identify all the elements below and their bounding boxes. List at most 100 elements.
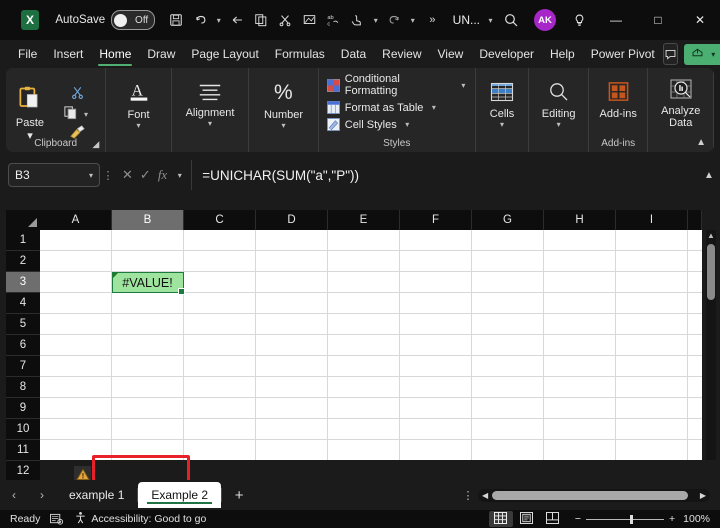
cell-A7[interactable]	[40, 356, 112, 377]
document-title[interactable]: UN... ▾	[453, 13, 496, 27]
cell-E1[interactable]	[328, 230, 400, 251]
tab-review[interactable]: Review	[374, 44, 429, 64]
ribbon-collapse-chevron-up-icon[interactable]: ▲	[696, 137, 706, 148]
cell-E6[interactable]	[328, 335, 400, 356]
vertical-scrollbar-thumb[interactable]	[707, 244, 715, 300]
cell-I10[interactable]	[616, 419, 688, 440]
cell-F10[interactable]	[400, 419, 472, 440]
cell-H11[interactable]	[544, 440, 616, 460]
cell-I9[interactable]	[616, 398, 688, 419]
name-box-chevron-down-icon[interactable]: ▾	[89, 171, 93, 180]
sheet-tab-overflow-vertical-dots-icon[interactable]: ⋮	[458, 489, 478, 502]
cell-D3[interactable]	[256, 272, 328, 293]
hscroll-left-arrow-icon[interactable]: ◀	[482, 491, 488, 500]
undo-icon[interactable]	[189, 8, 211, 32]
cell-D6[interactable]	[256, 335, 328, 356]
normal-view-button[interactable]	[488, 511, 513, 527]
cell-G2[interactable]	[472, 251, 544, 272]
zoom-slider-knob[interactable]	[630, 514, 633, 524]
alignment-chevron-down-icon[interactable]: ▾	[208, 120, 212, 128]
row-header-3[interactable]: 3	[6, 272, 40, 293]
cell-D9[interactable]	[256, 398, 328, 419]
sheet-tab-example-2[interactable]: Example 2	[138, 482, 222, 508]
cell-H7[interactable]	[544, 356, 616, 377]
redo-icon[interactable]	[383, 8, 405, 32]
cell-styles-button[interactable]: Cell Styles ▾	[326, 118, 413, 131]
lightbulb-icon[interactable]	[564, 8, 594, 32]
cell-B5[interactable]	[112, 314, 184, 335]
page-layout-view-button[interactable]	[515, 511, 539, 527]
sheet-prev-chevron-left-icon[interactable]: ‹	[0, 482, 28, 508]
cell-A6[interactable]	[40, 335, 112, 356]
cell-F1[interactable]	[400, 230, 472, 251]
cancel-x-icon[interactable]: ✕	[122, 167, 133, 183]
save-icon[interactable]	[165, 8, 187, 32]
cell-G5[interactable]	[472, 314, 544, 335]
tab-home[interactable]: Home	[91, 44, 139, 66]
cell-A2[interactable]	[40, 251, 112, 272]
cell-C11[interactable]	[184, 440, 256, 460]
select-all-corner[interactable]	[6, 210, 40, 230]
row-header-2[interactable]: 2	[6, 251, 40, 272]
cell-G11[interactable]	[472, 440, 544, 460]
cell-D5[interactable]	[256, 314, 328, 335]
cell-G8[interactable]	[472, 377, 544, 398]
conditional-formatting-button[interactable]: Conditional Formatting ▾	[326, 73, 469, 97]
sheet-next-chevron-right-icon[interactable]: ›	[28, 482, 56, 508]
cell-I11[interactable]	[616, 440, 688, 460]
cell-C3[interactable]	[184, 272, 256, 293]
tab-page-layout[interactable]: Page Layout	[183, 44, 266, 64]
cell-I4[interactable]	[616, 293, 688, 314]
font-button[interactable]: A Font ▾	[106, 72, 171, 130]
row-header-9[interactable]: 9	[6, 398, 40, 419]
editing-button[interactable]: Editing ▾	[529, 72, 588, 129]
row-header-7[interactable]: 7	[6, 356, 40, 377]
cell-G9[interactable]	[472, 398, 544, 419]
cell-I6[interactable]	[616, 335, 688, 356]
row-header-8[interactable]: 8	[6, 377, 40, 398]
cell-D10[interactable]	[256, 419, 328, 440]
minimize-button[interactable]: —	[596, 0, 636, 40]
cell-D11[interactable]	[256, 440, 328, 460]
copy-button[interactable]: ▾	[63, 105, 92, 123]
column-header-a[interactable]: A	[40, 210, 112, 230]
share-button[interactable]: ▾	[683, 43, 720, 65]
document-title-chevron-down-icon[interactable]: ▾	[485, 16, 496, 25]
number-chevron-down-icon[interactable]: ▾	[281, 122, 285, 130]
cell-I1[interactable]	[616, 230, 688, 251]
hscroll-right-arrow-icon[interactable]: ▶	[700, 491, 706, 500]
cell-F5[interactable]	[400, 314, 472, 335]
cell-C4[interactable]	[184, 293, 256, 314]
tab-power-pivot[interactable]: Power Pivot	[583, 44, 663, 64]
tab-view[interactable]: View	[430, 44, 472, 64]
cell-A3[interactable]	[40, 272, 112, 293]
cell-C2[interactable]	[184, 251, 256, 272]
addins-button[interactable]: Add-ins	[589, 72, 648, 120]
maximize-button[interactable]: □	[638, 0, 678, 40]
comment-icon[interactable]	[662, 43, 678, 65]
fill-handle[interactable]	[178, 288, 185, 295]
scissors-icon[interactable]	[274, 8, 296, 32]
cell-G3[interactable]	[472, 272, 544, 293]
record-macro-icon[interactable]	[50, 513, 64, 525]
sheet-cells[interactable]: #VALUE!	[40, 230, 702, 460]
cell-C8[interactable]	[184, 377, 256, 398]
horizontal-scrollbar[interactable]: ◀ ▶	[478, 488, 710, 502]
column-header-h[interactable]: H	[544, 210, 616, 230]
cell-B4[interactable]	[112, 293, 184, 314]
qat-overflow-button[interactable]: »	[422, 8, 442, 32]
row-header-11[interactable]: 11	[6, 440, 40, 461]
horizontal-scrollbar-thumb[interactable]	[492, 490, 688, 500]
cells-chevron-down-icon[interactable]: ▾	[500, 121, 504, 129]
tab-help[interactable]: Help	[542, 44, 583, 64]
cell-D8[interactable]	[256, 377, 328, 398]
tab-draw[interactable]: Draw	[139, 44, 183, 64]
format-as-table-chevron-down-icon[interactable]: ▾	[428, 103, 439, 112]
column-header-c[interactable]: C	[184, 210, 256, 230]
avatar[interactable]: AK	[534, 9, 556, 31]
add-sheet-button[interactable]: +	[222, 482, 256, 508]
column-header-b[interactable]: B	[112, 210, 184, 230]
cell-E5[interactable]	[328, 314, 400, 335]
cells-button[interactable]: Cells ▾	[476, 72, 529, 129]
zoom-in-button[interactable]: +	[669, 513, 675, 525]
